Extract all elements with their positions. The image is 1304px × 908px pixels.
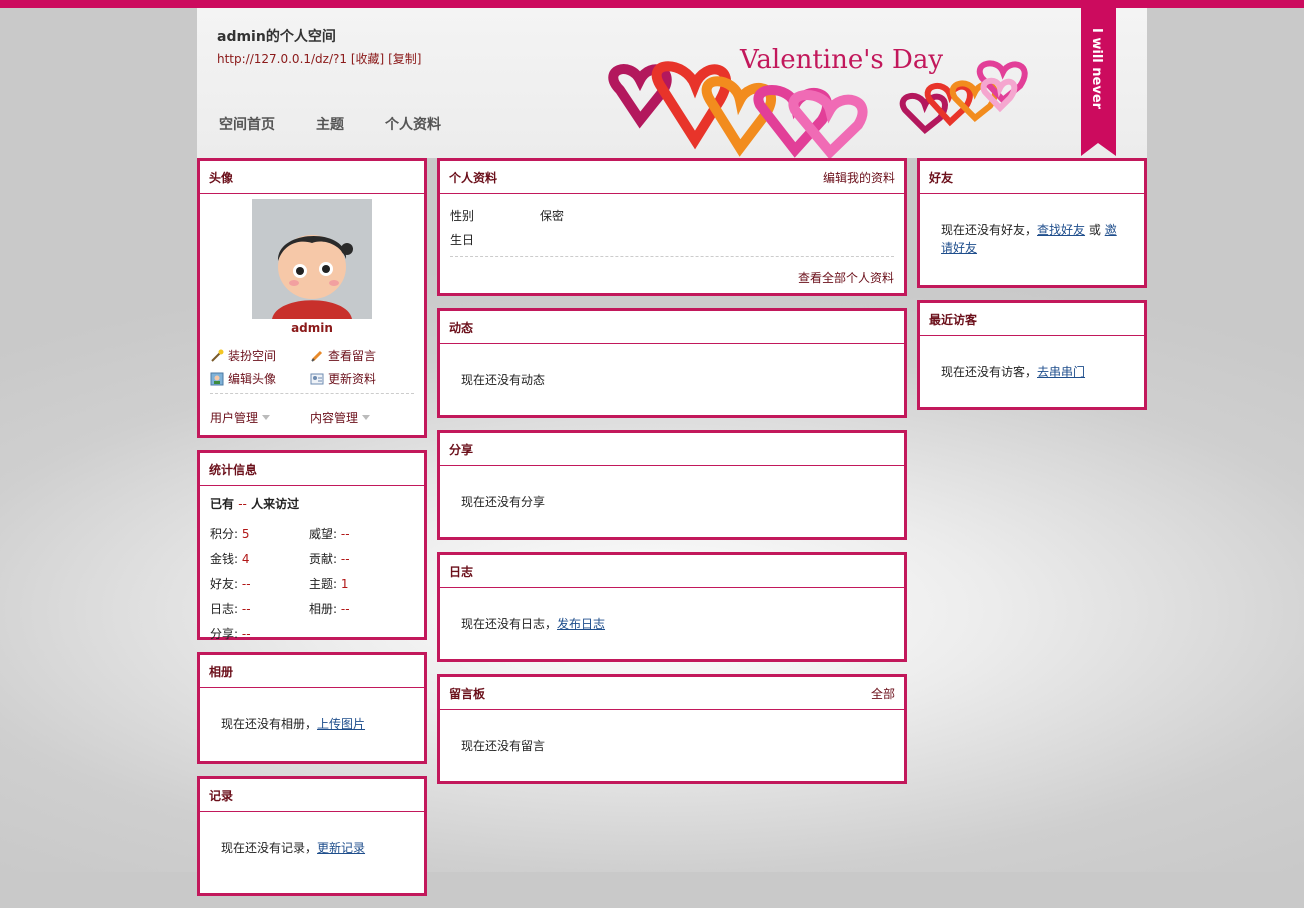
go-visit-link[interactable]: 去串串门 — [1037, 365, 1085, 379]
stat-item: 金钱: 4 — [210, 552, 250, 566]
share-box: 分享 现在还没有分享 — [437, 430, 907, 540]
avatar-image — [252, 199, 372, 319]
find-friends-link[interactable]: 查找好友 — [1037, 223, 1085, 237]
album-title: 相册 — [209, 664, 234, 679]
valentine-banner: Valentine's Day — [608, 45, 1028, 160]
feed-title: 动态 — [449, 320, 474, 335]
profile-title: 个人资料 — [449, 170, 498, 185]
stat-item: 分享: -- — [210, 627, 251, 641]
stat-item: 主题: 1 — [309, 577, 349, 591]
upload-photo-link[interactable]: 上传图片 — [317, 717, 365, 731]
share-empty: 现在还没有分享 — [461, 495, 546, 509]
album-empty: 现在还没有相册，上传图片 — [221, 717, 366, 731]
birthday-label: 生日 — [450, 233, 475, 247]
stats-box: 统计信息 已有 -- 人来访过 积分: 5 威望: -- 金钱: 4 贡献: -… — [197, 450, 427, 642]
left-column: 头像 admin 装扮空间 查看留言 编辑头像 更新资料 用户管理 内容管理 统… — [197, 158, 427, 908]
top-accent-bar — [0, 0, 1304, 8]
avatar-username[interactable]: admin — [200, 321, 424, 335]
copy-link[interactable]: [复制] — [388, 52, 421, 66]
update-record-link[interactable]: 更新记录 — [317, 841, 365, 855]
nav-topics[interactable]: 主题 — [316, 114, 344, 134]
profile-card-icon — [310, 373, 324, 384]
bookmark-link[interactable]: [收藏] — [351, 52, 384, 66]
space-actions: 装扮空间 查看留言 编辑头像 更新资料 — [210, 347, 420, 387]
management-menus: 用户管理 内容管理 — [210, 409, 410, 426]
wand-icon — [211, 349, 224, 362]
friends-empty: 现在还没有好友，查找好友 或 邀请好友 — [941, 223, 1117, 255]
recent-visitors-title: 最近访客 — [929, 312, 978, 327]
space-url-line: http://127.0.0.1/dz/?1 [收藏] [复制] — [217, 50, 421, 67]
profile-box: 个人资料 编辑我的资料 性别 保密 生日 查看全部个人资料 — [437, 158, 907, 296]
stat-item: 好友: -- — [210, 577, 251, 591]
recent-visitors-box: 最近访客 现在还没有访客，去串串门 — [917, 300, 1147, 410]
visitor-count: 已有 -- 人来访过 — [210, 497, 300, 511]
right-column: 好友 现在还没有好友，查找好友 或 邀请好友 最近访客 现在还没有访客，去串串门 — [917, 158, 1147, 422]
blog-empty: 现在还没有日志，发布日志 — [461, 617, 606, 631]
avatar-box-title: 头像 — [209, 170, 234, 185]
blog-box: 日志 现在还没有日志，发布日志 — [437, 552, 907, 662]
space-nav: 空间首页 主题 个人资料 — [219, 114, 482, 134]
content-management-dropdown[interactable]: 内容管理 — [310, 409, 410, 426]
avatar-box: 头像 admin 装扮空间 查看留言 编辑头像 更新资料 用户管理 内容管理 — [197, 158, 427, 438]
avatar[interactable] — [252, 199, 372, 319]
stat-item: 日志: -- — [210, 602, 251, 616]
ribbon-bookmark: I will never — [1081, 8, 1116, 156]
space-url-link[interactable]: http://127.0.0.1/dz/?1 — [217, 52, 347, 66]
user-management-dropdown[interactable]: 用户管理 — [210, 409, 310, 426]
records-title: 记录 — [209, 788, 234, 803]
stat-item: 贡献: -- — [309, 552, 350, 566]
guestbook-box: 留言板 全部 现在还没有留言 — [437, 674, 907, 784]
records-box: 记录 现在还没有记录，更新记录 — [197, 776, 427, 896]
feed-box: 动态 现在还没有动态 — [437, 308, 907, 418]
guestbook-title: 留言板 — [449, 686, 486, 701]
gender-value: 保密 — [540, 209, 565, 223]
action-edit-avatar[interactable]: 编辑头像 — [210, 370, 310, 387]
nav-home[interactable]: 空间首页 — [219, 114, 275, 134]
view-full-profile-link[interactable]: 查看全部个人资料 — [798, 269, 894, 286]
share-title: 分享 — [449, 442, 474, 457]
banner-text: Valentine's Day — [739, 45, 943, 75]
stats-title: 统计信息 — [209, 462, 258, 477]
space-title: admin的个人空间 — [217, 29, 336, 45]
chevron-down-icon — [262, 415, 271, 420]
guestbook-all-link[interactable]: 全部 — [871, 685, 895, 702]
avatar-edit-icon — [210, 372, 224, 385]
action-update-profile[interactable]: 更新资料 — [310, 370, 410, 387]
divider — [450, 256, 894, 257]
publish-blog-link[interactable]: 发布日志 — [557, 617, 605, 631]
edit-profile-link[interactable]: 编辑我的资料 — [823, 169, 895, 186]
stat-item: 积分: 5 — [210, 527, 250, 541]
records-empty: 现在还没有记录，更新记录 — [221, 841, 366, 855]
stat-item: 相册: -- — [309, 602, 350, 616]
action-decorate-space[interactable]: 装扮空间 — [210, 347, 310, 364]
nav-profile[interactable]: 个人资料 — [385, 114, 441, 134]
album-box: 相册 现在还没有相册，上传图片 — [197, 652, 427, 764]
visitors-empty: 现在还没有访客，去串串门 — [941, 365, 1086, 379]
ribbon-text: I will never — [1089, 28, 1104, 110]
feed-empty: 现在还没有动态 — [461, 373, 546, 387]
chevron-down-icon — [362, 415, 371, 420]
stat-item: 威望: -- — [309, 527, 350, 541]
divider — [210, 393, 414, 394]
stats-grid: 积分: 5 威望: -- 金钱: 4 贡献: -- 好友: -- 主题: 1 日… — [210, 525, 410, 642]
middle-column: 个人资料 编辑我的资料 性别 保密 生日 查看全部个人资料 动态 现在还没有动态… — [437, 158, 907, 796]
pencil-icon — [311, 350, 323, 362]
guestbook-empty: 现在还没有留言 — [461, 739, 546, 753]
friends-box: 好友 现在还没有好友，查找好友 或 邀请好友 — [917, 158, 1147, 288]
friends-title: 好友 — [929, 170, 954, 185]
gender-label: 性别 — [450, 209, 475, 223]
action-view-messages[interactable]: 查看留言 — [310, 347, 410, 364]
blog-title: 日志 — [449, 564, 474, 579]
